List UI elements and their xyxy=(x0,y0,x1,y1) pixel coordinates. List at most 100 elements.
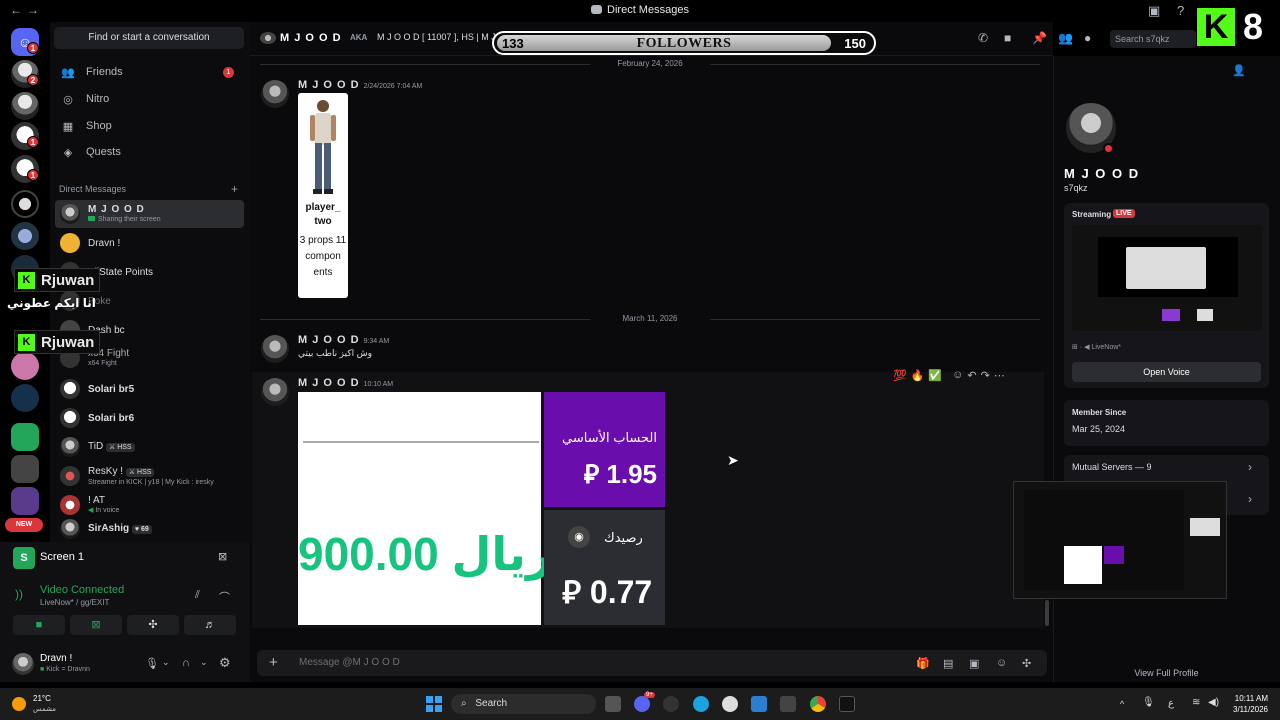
message-avatar[interactable] xyxy=(261,335,289,363)
reaction-100-icon[interactable]: 💯 xyxy=(893,369,907,382)
emoji-icon[interactable]: ☺ xyxy=(996,657,1007,669)
dm-item[interactable]: Dravn ! xyxy=(55,229,244,257)
nav-nitro[interactable]: ◎ Nitro xyxy=(54,87,244,111)
reaction-check-icon[interactable]: ✅ xyxy=(928,369,942,382)
apps-icon[interactable]: ✣ xyxy=(1022,657,1031,670)
mic-options-icon[interactable]: ⌄ xyxy=(162,657,170,668)
chat-header-name: M J O O D xyxy=(280,32,342,44)
steam-taskbar-icon[interactable] xyxy=(722,696,738,712)
stream-pip-preview[interactable] xyxy=(1013,481,1227,599)
connection-channel[interactable]: LiveNow* / gg/EXIT xyxy=(40,598,109,607)
create-dm-icon[interactable]: + xyxy=(231,182,238,196)
edge-taskbar-icon[interactable] xyxy=(693,696,709,712)
gift-icon[interactable]: 🎁 xyxy=(916,657,930,670)
dm-name: Dravn ! xyxy=(88,237,121,249)
audio-options-icon[interactable]: ⌄ xyxy=(200,657,208,668)
headphones-icon[interactable]: ∩ xyxy=(182,657,190,669)
server-icon[interactable] xyxy=(11,190,39,218)
nav-friends[interactable]: 👥 Friends 1 xyxy=(54,60,244,84)
activities-button[interactable]: ✣ xyxy=(127,615,179,635)
message-author[interactable]: M J O O D 9:34 AM xyxy=(298,334,389,346)
view-full-profile-link[interactable]: View Full Profile xyxy=(1053,668,1280,678)
tray-mic-icon[interactable]: 🎙 xyxy=(1142,697,1155,708)
mic-icon[interactable]: 🎙 xyxy=(145,657,159,670)
chevron-right-icon[interactable]: › xyxy=(1248,460,1252,474)
chrome-taskbar-icon[interactable] xyxy=(810,696,826,712)
sticker-icon[interactable]: ▣ xyxy=(969,657,979,670)
popout-icon[interactable]: ⊠ xyxy=(218,550,227,563)
server-icon[interactable] xyxy=(11,487,39,515)
open-voice-button[interactable]: Open Voice xyxy=(1072,362,1261,382)
inbox-icon[interactable]: ▣ xyxy=(1148,3,1160,19)
volume-icon[interactable]: ◀) xyxy=(1208,697,1219,708)
message-avatar[interactable] xyxy=(261,378,289,406)
nav-quests[interactable]: ◈ Quests xyxy=(54,140,244,164)
nav-shop[interactable]: ▦ Shop xyxy=(54,114,244,138)
message-avatar[interactable] xyxy=(261,80,289,108)
folder-icon[interactable] xyxy=(11,423,39,451)
dm-item[interactable]: SirAshig ♥ 69 xyxy=(55,518,244,540)
app-taskbar-icon[interactable] xyxy=(663,696,679,712)
clock-date[interactable]: 3/11/2026 xyxy=(1222,705,1268,714)
tiktok-taskbar-icon[interactable] xyxy=(839,696,855,712)
find-conversation-button[interactable]: Find or start a conversation xyxy=(54,27,244,49)
reply-icon[interactable]: ↶ xyxy=(967,369,976,382)
wifi-icon[interactable]: ≋ xyxy=(1192,697,1200,708)
image-attachment[interactable]: ريال 900.00 xyxy=(298,392,551,625)
dm-item[interactable]: ResKy ! ⚔ HSS Streamer in KICK | y18 | My… xyxy=(55,462,244,490)
stream-preview[interactable] xyxy=(1072,225,1262,331)
author-name[interactable]: M J O O D xyxy=(298,334,360,346)
voice-call-icon[interactable]: ✆ xyxy=(978,31,988,45)
author-name[interactable]: M J O O D xyxy=(298,79,360,91)
message-author[interactable]: M J O O D 2/24/2026 7:04 AM xyxy=(298,79,422,91)
camera-button[interactable]: ■ xyxy=(13,615,65,635)
pin-icon[interactable]: 📌 xyxy=(1032,31,1047,45)
settings-gear-icon[interactable]: ⚙ xyxy=(219,655,231,671)
user-avatar[interactable] xyxy=(12,653,34,675)
dm-item[interactable]: Solari br5 xyxy=(55,375,244,403)
dm-item[interactable]: TiD ⚔ HSS xyxy=(55,433,244,461)
chevron-right-icon[interactable]: › xyxy=(1248,492,1252,506)
add-reaction-icon[interactable]: ☺ xyxy=(952,369,963,381)
tray-expand-icon[interactable]: ^ xyxy=(1120,699,1124,709)
task-view-icon[interactable] xyxy=(605,696,621,712)
app-taskbar-icon[interactable] xyxy=(780,696,796,712)
dm-item[interactable]: ! AT ◀ In voice xyxy=(55,491,244,519)
soundboard-button[interactable]: ♬ xyxy=(184,615,236,635)
dm-item[interactable]: Solari br6 xyxy=(55,404,244,432)
eye-icon[interactable]: ◉ xyxy=(568,526,590,548)
server-icon[interactable] xyxy=(11,92,39,120)
attach-plus-icon[interactable]: + xyxy=(269,654,278,671)
server-badge: 1 xyxy=(27,169,39,181)
stop-stream-button[interactable]: ⊠ xyxy=(70,615,122,635)
forward-message-icon[interactable]: ↷ xyxy=(981,369,990,382)
clock-time[interactable]: 10:11 AM xyxy=(1228,694,1268,703)
language-indicator[interactable]: ع xyxy=(1168,698,1174,709)
message-input[interactable]: Message @M J O O D xyxy=(299,657,400,668)
more-icon[interactable]: ⋯ xyxy=(994,369,1005,382)
server-icon[interactable] xyxy=(11,222,39,250)
reaction-fire-icon[interactable]: 🔥 xyxy=(911,369,925,382)
taskbar-search[interactable]: ⌕ Search xyxy=(451,694,596,714)
help-icon[interactable]: ? xyxy=(1177,3,1184,18)
disconnect-icon[interactable]: ⌒ xyxy=(219,589,230,605)
search-input[interactable]: Search s7qkz xyxy=(1110,30,1196,48)
discord-taskbar-icon[interactable] xyxy=(634,696,650,712)
gif-icon[interactable]: ▤ xyxy=(943,657,953,670)
embed-card[interactable]: player_ two 3 props 11 compon ents xyxy=(298,93,348,298)
message-author[interactable]: M J O O D 10:10 AM xyxy=(298,377,393,389)
dm-item[interactable]: M J O O D Sharing their screen xyxy=(55,200,244,228)
server-icon[interactable] xyxy=(11,352,39,380)
add-friends-icon[interactable]: 👥 xyxy=(1058,31,1073,45)
mutual-servers[interactable]: Mutual Servers — 9 xyxy=(1072,462,1152,472)
server-icon[interactable] xyxy=(11,455,39,483)
video-call-icon[interactable]: ■ xyxy=(1004,31,1011,45)
server-icon[interactable] xyxy=(11,384,39,412)
windows-start-icon[interactable] xyxy=(426,696,442,712)
noise-suppression-icon[interactable]: ⫽ xyxy=(195,589,200,602)
user-profile-icon[interactable]: ● xyxy=(1084,31,1091,45)
author-name[interactable]: M J O O D xyxy=(298,377,360,389)
add-friend-icon[interactable]: 👤 xyxy=(1232,64,1246,77)
app-taskbar-icon[interactable] xyxy=(751,696,767,712)
weather-icon[interactable] xyxy=(12,697,26,711)
